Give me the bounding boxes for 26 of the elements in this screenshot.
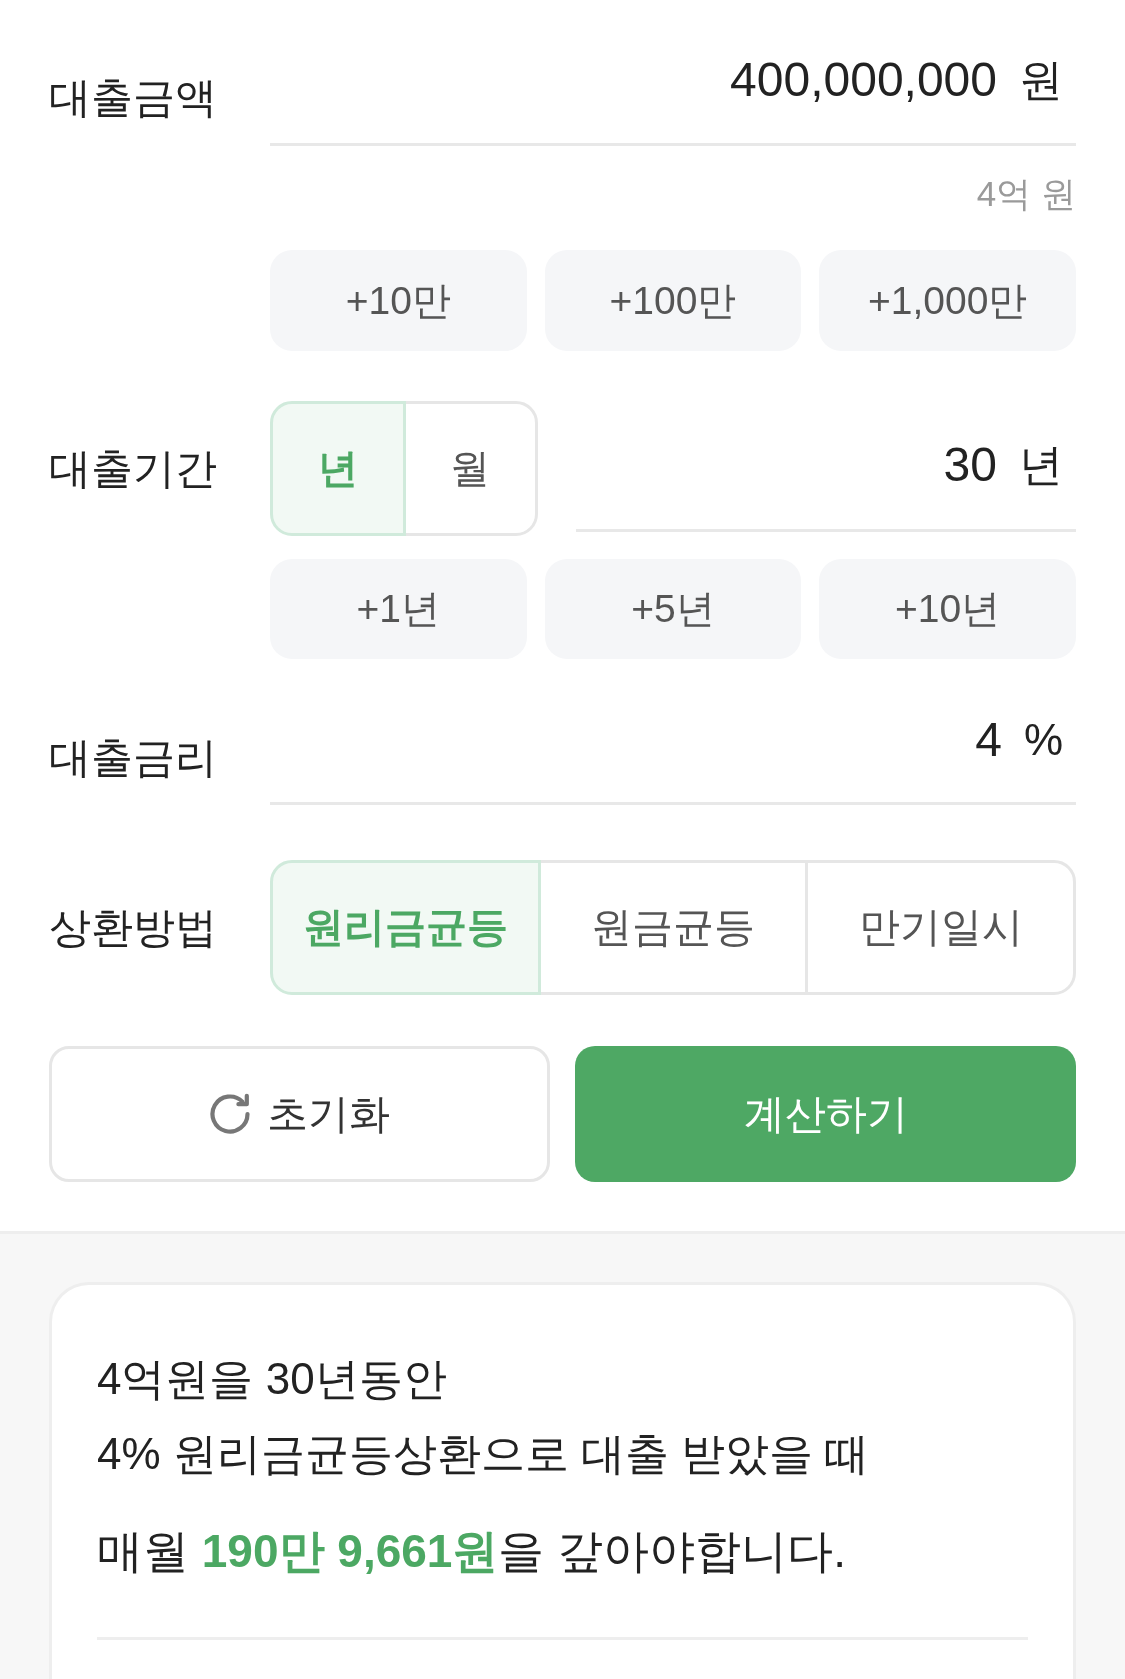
increment-button[interactable]: +10년 bbox=[819, 559, 1076, 659]
field-label: 대출금액 bbox=[49, 73, 218, 123]
field-label: 대출기간 bbox=[49, 443, 218, 494]
method-option[interactable]: 만기일시 bbox=[805, 860, 1076, 995]
field-label: 상환방법 bbox=[49, 902, 218, 953]
amount-field[interactable]: 400,000,000 원 bbox=[270, 50, 1076, 146]
increment-button[interactable]: +10만 bbox=[270, 250, 527, 351]
unit-label: 원 bbox=[1019, 53, 1063, 106]
summary-text: 4억원을 30년동안 bbox=[97, 1353, 448, 1405]
reset-button[interactable]: 초기화 bbox=[49, 1046, 550, 1182]
input-value: 30 bbox=[943, 437, 997, 493]
rate-field[interactable]: 4 % bbox=[270, 711, 1076, 805]
summary-text: 4% 원리금균등상환으로 대출 받았을 때 bbox=[97, 1428, 871, 1480]
increment-button[interactable]: +1,000만 bbox=[819, 250, 1076, 351]
input-value: 4 bbox=[975, 711, 1002, 768]
amount-hint: 4억 원 bbox=[976, 173, 1076, 215]
unit-label: 년 bbox=[1019, 439, 1063, 491]
payment-text: 매월 190만 9,661원을 갚아야합니다. bbox=[97, 1524, 847, 1579]
increment-button[interactable]: +100만 bbox=[544, 250, 802, 351]
input-value: 400,000,000 bbox=[730, 51, 997, 108]
increment-button[interactable]: +1년 bbox=[270, 559, 527, 659]
increment-button[interactable]: +5년 bbox=[544, 559, 802, 659]
period-field[interactable]: 30 년 bbox=[576, 401, 1076, 532]
unit-label: % bbox=[1023, 713, 1063, 766]
field-label: 대출금리 bbox=[49, 733, 218, 783]
refresh-icon bbox=[209, 1093, 251, 1135]
